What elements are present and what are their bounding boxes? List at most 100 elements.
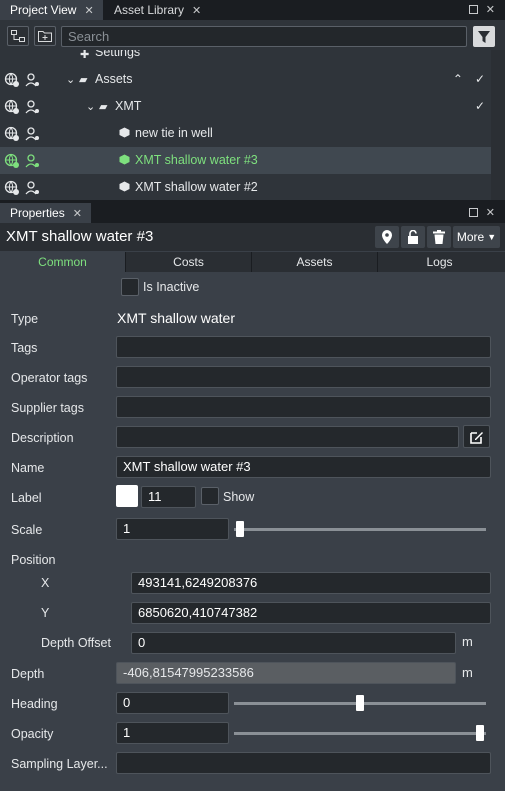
globe-icon[interactable]	[4, 99, 20, 115]
tab-properties[interactable]: Properties ✕	[0, 203, 91, 223]
supplier-tags-input[interactable]	[116, 396, 491, 418]
visibility-icon[interactable]	[24, 180, 40, 196]
close-icon[interactable]: ✕	[486, 3, 495, 16]
label-size-input[interactable]: 11	[141, 486, 196, 508]
tab-project-view[interactable]: Project View ✕	[0, 0, 103, 20]
locate-button[interactable]	[375, 226, 399, 248]
globe-icon[interactable]	[4, 72, 20, 88]
tab-costs[interactable]: Costs	[125, 252, 251, 272]
more-button[interactable]: More ▼	[453, 226, 500, 248]
heading-input[interactable]: 0	[116, 692, 229, 714]
caret-down-icon: ▼	[487, 232, 497, 242]
tab-label: Asset Library	[114, 3, 185, 17]
tab-label: Assets	[296, 255, 333, 269]
map-pin-icon	[382, 230, 392, 244]
globe-icon[interactable]	[4, 153, 20, 169]
tree-view-button[interactable]	[7, 26, 29, 46]
description-label: Description	[11, 431, 74, 445]
sampling-layer-input[interactable]	[116, 752, 491, 774]
scale-slider-track[interactable]	[234, 528, 486, 531]
y-input[interactable]: 6850620,410747382	[131, 602, 491, 624]
tree-scrollbar[interactable]	[491, 50, 505, 200]
label-color-swatch[interactable]	[116, 485, 138, 507]
tab-label: Properties	[10, 206, 65, 220]
scale-input[interactable]: 1	[116, 518, 229, 540]
tags-label: Tags	[11, 341, 38, 355]
checkmark-icon[interactable]: ✓	[475, 72, 485, 86]
more-label: More	[456, 230, 485, 244]
unlock-icon	[408, 230, 418, 244]
collapse-all-icon[interactable]: ⌃	[453, 72, 463, 86]
is-inactive-label: Is Inactive	[143, 280, 200, 294]
edit-description-button[interactable]	[463, 425, 490, 448]
row-icons	[4, 180, 40, 196]
properties-header: XMT shallow water #3 More ▼	[0, 223, 505, 251]
chevron-down-icon[interactable]: ⌄	[86, 100, 95, 113]
heading-label: Heading	[11, 697, 58, 711]
tree-label: XMT shallow water #3	[135, 153, 258, 167]
tree-label: XMT	[115, 99, 142, 113]
row-icons	[4, 99, 40, 115]
show-label-checkbox[interactable]	[201, 487, 219, 505]
globe-icon[interactable]	[4, 126, 20, 142]
tags-input[interactable]	[116, 336, 491, 358]
tree-row-xmt[interactable]: ⌄ ▰ XMT ✓	[0, 93, 491, 120]
trash-icon	[433, 230, 445, 244]
maximize-icon[interactable]	[468, 208, 478, 217]
globe-icon[interactable]	[4, 180, 20, 196]
tree-row-settings[interactable]: ✚ Settings	[0, 50, 491, 67]
lock-button[interactable]	[401, 226, 425, 248]
properties-tabbar: Properties ✕ ✕	[0, 203, 505, 223]
sampling-layer-label: Sampling Layer...	[11, 757, 108, 771]
tree-row-new-tie-in-well[interactable]: new tie in well	[0, 120, 491, 147]
tab-asset-library[interactable]: Asset Library ✕	[104, 0, 208, 20]
label-label: Label	[11, 491, 42, 505]
depth-input: -406,81547995233586	[116, 662, 456, 684]
name-input[interactable]: XMT shallow water #3	[116, 456, 491, 478]
filter-button[interactable]	[473, 26, 495, 47]
position-label: Position	[11, 553, 56, 567]
operator-tags-input[interactable]	[116, 366, 491, 388]
visibility-icon[interactable]	[24, 126, 40, 142]
scale-slider-thumb[interactable]	[236, 521, 244, 537]
show-label: Show	[223, 490, 255, 504]
visibility-icon[interactable]	[24, 153, 40, 169]
close-icon[interactable]: ✕	[73, 207, 82, 220]
x-input[interactable]: 493141,6249208376	[131, 572, 491, 594]
tree-row-assets[interactable]: ⌄ ▰ Assets ⌃ ✓	[0, 66, 491, 93]
visibility-icon[interactable]	[24, 72, 40, 88]
tree-label: XMT shallow water #2	[135, 180, 258, 194]
heading-slider-thumb[interactable]	[356, 695, 364, 711]
depth-offset-input[interactable]: 0	[131, 632, 456, 654]
opacity-input[interactable]: 1	[116, 722, 229, 744]
is-inactive-checkbox[interactable]	[121, 278, 139, 296]
chevron-down-icon[interactable]: ⌄	[66, 73, 75, 86]
tab-label: Project View	[10, 3, 77, 17]
new-folder-button[interactable]	[34, 26, 56, 46]
tab-common[interactable]: Common	[0, 252, 125, 272]
maximize-icon[interactable]	[468, 5, 478, 14]
tree-row-xmt-shallow-water-2[interactable]: XMT shallow water #2	[0, 174, 491, 200]
opacity-slider-track[interactable]	[234, 732, 486, 735]
window-buttons: ✕	[468, 206, 495, 219]
checkmark-icon[interactable]: ✓	[475, 99, 485, 113]
description-input[interactable]	[116, 426, 459, 448]
visibility-icon[interactable]	[24, 99, 40, 115]
search-input[interactable]: Search	[61, 26, 467, 47]
depth-label: Depth	[11, 667, 45, 681]
delete-button[interactable]	[427, 226, 451, 248]
close-icon[interactable]: ✕	[84, 4, 93, 17]
tree-row-xmt-shallow-water-3[interactable]: XMT shallow water #3	[0, 147, 491, 174]
depth-unit: m	[462, 665, 473, 680]
tab-assets[interactable]: Assets	[251, 252, 377, 272]
hierarchy-icon	[11, 30, 25, 42]
cube-icon	[119, 127, 130, 141]
opacity-slider-thumb[interactable]	[476, 725, 484, 741]
close-icon[interactable]: ✕	[486, 206, 495, 219]
type-value: XMT shallow water	[117, 310, 236, 326]
tab-label: Costs	[173, 255, 204, 269]
type-label: Type	[11, 312, 39, 326]
tab-logs[interactable]: Logs	[377, 252, 501, 272]
close-icon[interactable]: ✕	[192, 4, 201, 17]
depth-offset-unit: m	[462, 634, 473, 649]
